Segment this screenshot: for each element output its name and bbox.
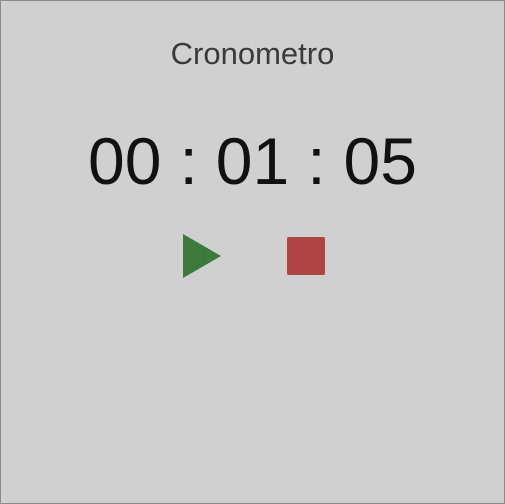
play-icon (183, 234, 221, 278)
timer-separator-1: : (179, 124, 198, 198)
timer-minutes: 01 (215, 124, 290, 198)
stop-button[interactable] (287, 237, 325, 275)
timer-display: 00:01:05 (1, 123, 504, 199)
app-title: Cronometro (170, 36, 335, 71)
timer-separator-2: : (307, 124, 326, 198)
play-button[interactable] (182, 234, 222, 278)
stopwatch-window: Cronometro 00:01:05 (0, 0, 505, 504)
timer-hours: 00 (88, 124, 162, 198)
stop-icon (287, 237, 325, 275)
timer-seconds: 05 (343, 124, 417, 198)
